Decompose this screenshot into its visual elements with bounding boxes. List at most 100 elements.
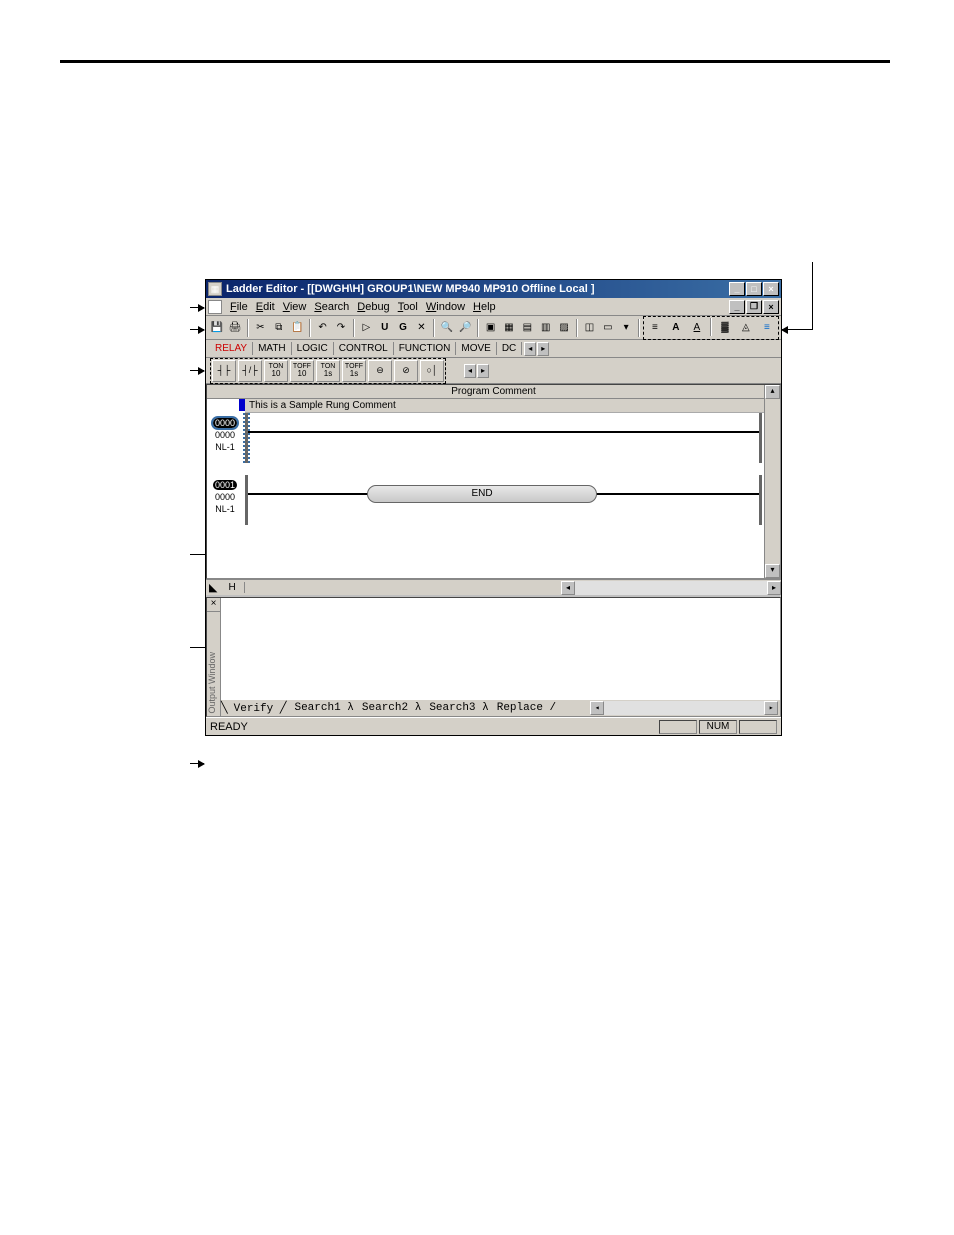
hscroll-track[interactable]: [575, 581, 767, 595]
program-hscroll[interactable]: ◂ ▸: [561, 581, 781, 595]
tab-scroll-right[interactable]: ▸: [537, 342, 549, 356]
instr-scroll-left[interactable]: ◂: [464, 364, 476, 378]
tool-e-button[interactable]: ▥: [537, 318, 554, 338]
tool-a-button[interactable]: ▣: [482, 318, 499, 338]
child-window-icon[interactable]: [208, 300, 222, 314]
output-tab-search2[interactable]: Search2 λ: [358, 702, 425, 714]
tab-logic[interactable]: LOGIC: [292, 342, 334, 355]
output-hscroll-right[interactable]: ▸: [764, 701, 778, 715]
copy-button[interactable]: ⧉: [270, 318, 287, 338]
ton10-button[interactable]: TON10: [264, 360, 288, 382]
rung-1: 0001 0000 NL-1 END: [207, 475, 780, 525]
menu-search[interactable]: Search: [314, 301, 349, 313]
toff10-button[interactable]: TOFF10: [290, 360, 314, 382]
child-close-button[interactable]: ×: [763, 300, 779, 314]
rung-number-0[interactable]: 0000: [213, 418, 237, 428]
close-button[interactable]: ×: [763, 282, 779, 296]
statusbar: READY NUM: [206, 717, 781, 735]
menu-help[interactable]: Help: [473, 301, 496, 313]
tab-dc[interactable]: DC: [497, 342, 522, 355]
grp-btn-2[interactable]: A: [666, 318, 686, 338]
program-vscroll[interactable]: ▴ ▾: [764, 385, 780, 578]
coil-set-button[interactable]: ○│: [420, 360, 444, 382]
output-tab-search1[interactable]: Search1 λ: [290, 702, 357, 714]
page-divider: [60, 60, 890, 63]
tool-u-button[interactable]: U: [376, 318, 393, 338]
menu-window[interactable]: Window: [426, 301, 465, 313]
find-button[interactable]: 🔍: [438, 318, 455, 338]
main-toolbar: 💾 🖨 ✂ ⧉ 📋 ↶ ↷ ▷ U G ✕ 🔍 🔎 ▣ ▦ ▤ ▥ ▨ ◫ ▭ …: [206, 316, 781, 340]
hscroll-left[interactable]: ◂: [561, 581, 575, 595]
paste-button[interactable]: 📋: [289, 318, 306, 338]
grp-btn-6[interactable]: ≡: [757, 318, 777, 338]
menu-view[interactable]: View: [283, 301, 307, 313]
minimize-button[interactable]: _: [729, 282, 745, 296]
hscroll-right[interactable]: ▸: [767, 581, 781, 595]
rail-right: [759, 475, 762, 525]
ton1s-button[interactable]: TON1s: [316, 360, 340, 382]
output-hscroll-left[interactable]: ◂: [590, 701, 604, 715]
tab-math[interactable]: MATH: [253, 342, 292, 355]
tab-move[interactable]: MOVE: [456, 342, 496, 355]
tool-c-button[interactable]: ▤: [519, 318, 536, 338]
grp-btn-1[interactable]: ≡: [645, 318, 665, 338]
contact-no-button[interactable]: ┤├: [212, 360, 236, 382]
find-next-button[interactable]: 🔎: [457, 318, 474, 338]
output-body[interactable]: [221, 598, 780, 700]
output-tab-search3[interactable]: Search3 λ: [425, 702, 492, 714]
grp-btn-5[interactable]: ◬: [736, 318, 756, 338]
output-close-button[interactable]: ×: [207, 598, 220, 612]
menu-tool[interactable]: Tool: [398, 301, 418, 313]
tool-i-button[interactable]: ▭: [599, 318, 616, 338]
save-button[interactable]: 💾: [208, 318, 225, 338]
menubar: File Edit View Search Debug Tool Window …: [206, 298, 781, 316]
menu-edit[interactable]: Edit: [256, 301, 275, 313]
dropdown-button[interactable]: ▾: [618, 318, 635, 338]
tool-d-button[interactable]: ▷: [358, 318, 375, 338]
coil-not-button[interactable]: ⊘: [394, 360, 418, 382]
grp-btn-4[interactable]: ▓: [715, 318, 735, 338]
instr-scroll-right[interactable]: ▸: [477, 364, 489, 378]
tool-g-button[interactable]: G: [394, 318, 411, 338]
rung-number-1[interactable]: 0001: [213, 480, 237, 490]
coil-button[interactable]: ⊖: [368, 360, 392, 382]
tab-control[interactable]: CONTROL: [334, 342, 394, 355]
scroll-up-button[interactable]: ▴: [765, 385, 780, 399]
output-tab-replace[interactable]: Replace /: [493, 702, 560, 714]
tool-b-button[interactable]: ▦: [500, 318, 517, 338]
rung-addr-0: 0000: [215, 430, 235, 440]
tab-function[interactable]: FUNCTION: [394, 342, 457, 355]
tab-scroll-left[interactable]: ◂: [524, 342, 536, 356]
contact-nc-button[interactable]: ┤/├: [238, 360, 262, 382]
rung-nl-1: NL-1: [215, 504, 235, 514]
program-area[interactable]: Program Comment This is a Sample Rung Co…: [206, 384, 781, 579]
child-minimize-button[interactable]: _: [729, 300, 745, 314]
toff1s-button[interactable]: TOFF1s: [342, 360, 366, 382]
maximize-button[interactable]: □: [746, 282, 762, 296]
scroll-down-button[interactable]: ▾: [765, 564, 780, 578]
child-restore-button[interactable]: ❐: [746, 300, 762, 314]
print-button[interactable]: 🖨: [226, 318, 243, 338]
redo-button[interactable]: ↷: [332, 318, 349, 338]
tab-relay[interactable]: RELAY: [210, 342, 253, 355]
output-hscroll-track[interactable]: [604, 701, 764, 715]
instruction-bar: ┤├ ┤/├ TON10 TOFF10 TON1s TOFF1s ⊖ ⊘ ○│ …: [206, 358, 781, 384]
tool-h-button[interactable]: ◫: [581, 318, 598, 338]
cut-button[interactable]: ✂: [252, 318, 269, 338]
toolbar-separator: [247, 319, 249, 337]
menu-debug[interactable]: Debug: [357, 301, 389, 313]
output-tab-verify[interactable]: Verify ╱: [230, 701, 291, 715]
tool-x-button[interactable]: ✕: [413, 318, 430, 338]
rung-comment-handle[interactable]: [239, 399, 245, 411]
toolbar-separator: [710, 318, 712, 336]
status-text: READY: [210, 721, 657, 733]
annotation-arrow-menubar: [190, 307, 204, 308]
toolbar-separator: [353, 319, 355, 337]
output-tabs: ╲ Verify ╱ Search1 λ Search2 λ Search3 λ…: [221, 700, 780, 716]
undo-button[interactable]: ↶: [314, 318, 331, 338]
menu-file[interactable]: File: [230, 301, 248, 313]
grp-btn-3[interactable]: A: [687, 318, 707, 338]
status-cell-3: [739, 720, 777, 734]
sheet-tab-h[interactable]: H: [220, 582, 244, 593]
tool-f-button[interactable]: ▨: [555, 318, 572, 338]
